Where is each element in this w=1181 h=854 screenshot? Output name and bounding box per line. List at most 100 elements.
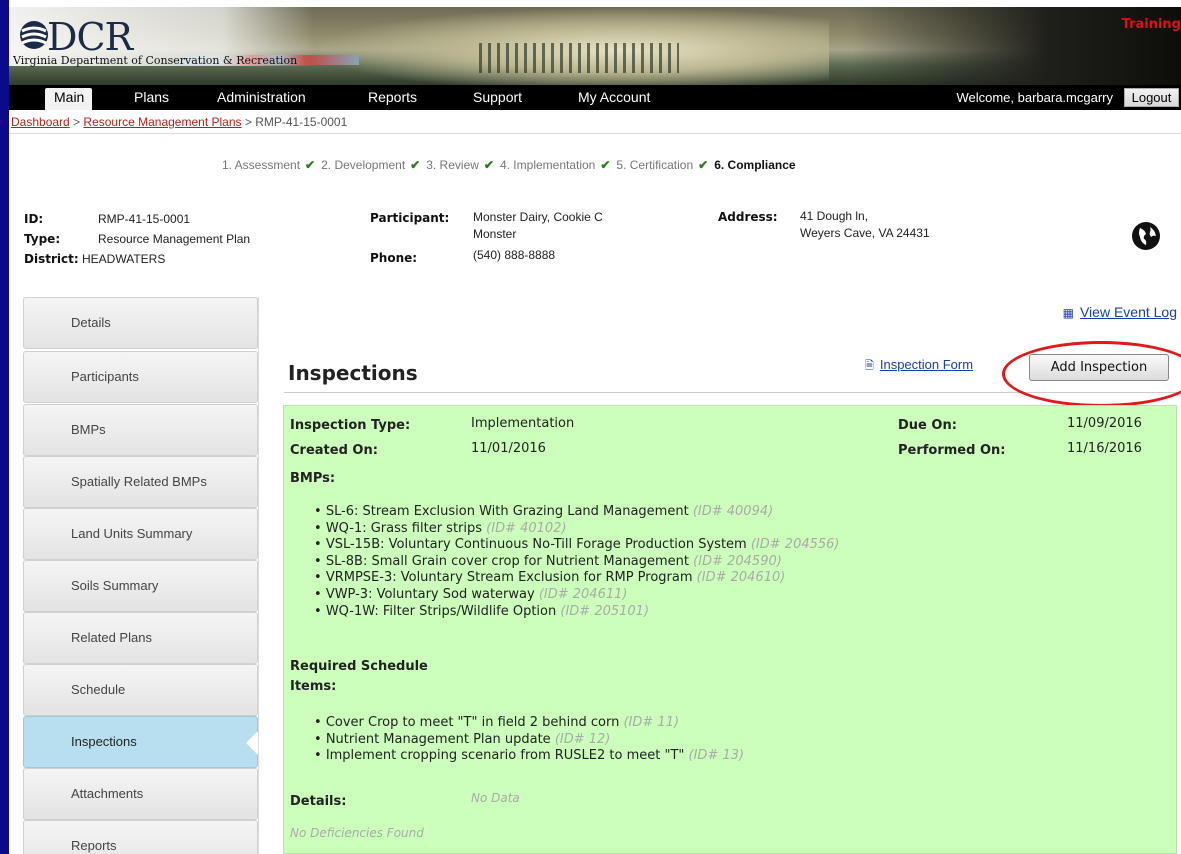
participant-name: Monster Dairy, Cookie C — [473, 210, 603, 224]
participant-name-line2: Monster — [473, 227, 517, 241]
breadcrumb-resource-management-plans[interactable]: Resource Management Plans — [83, 115, 241, 129]
schedule-item-id: (ID# 13) — [688, 748, 745, 764]
created-on-label: Created On: — [290, 443, 378, 458]
inspection-type-value: Implementation — [471, 416, 575, 431]
bmp-name: VSL-15B: Voluntary Continuous No-Till Fo… — [325, 537, 747, 553]
participant-label: Participant: — [370, 211, 450, 225]
environment-label: Training — [1121, 17, 1181, 32]
plan-id-block: ID: RMP-41-15-0001 Type: Resource Manageme… — [24, 211, 250, 267]
nav-tab-support[interactable]: Support — [473, 89, 522, 105]
check-icon: ✔ — [410, 158, 421, 172]
schedule-item-list: • Cover Crop to meet "T" in field 2 behi… — [314, 715, 744, 765]
bmp-name: WQ-1: Grass filter strips — [325, 520, 483, 536]
dcr-logo-icon — [20, 21, 48, 49]
step-development[interactable]: 2. Development — [321, 158, 405, 172]
breadcrumb-separator: > — [73, 115, 81, 129]
bmp-name: VWP-3: Voluntary Sod waterway — [325, 586, 535, 602]
schedule-item-name: Cover Crop to meet "T" in field 2 behind… — [325, 715, 620, 730]
nav-tab-reports[interactable]: Reports — [368, 89, 417, 105]
bmp-name: WQ-1W: Filter Strips/Wildlife Option — [325, 603, 557, 619]
bmp-id: (ID# 40094) — [692, 504, 774, 519]
sidebar-item-attachments[interactable]: Attachments — [23, 768, 258, 820]
nav-tab-administration[interactable]: Administration — [217, 89, 306, 105]
list-item: • Cover Crop to meet "T" in field 2 behi… — [314, 715, 680, 730]
breadcrumb-current: RMP-41-15-0001 — [255, 115, 348, 129]
check-icon: ✔ — [600, 158, 611, 172]
bmp-id: (ID# 40102) — [486, 520, 567, 536]
sidebar-item-reports[interactable]: Reports — [23, 820, 258, 854]
schedule-item-id: (ID# 12) — [554, 731, 611, 747]
sidebar-item-details[interactable]: Details — [23, 297, 258, 349]
sidebar-item-bmps[interactable]: BMPs — [23, 404, 258, 456]
nav-tab-main[interactable]: Main — [45, 88, 93, 110]
sidebar-item-schedule[interactable]: Schedule — [23, 664, 258, 716]
details-value: No Data — [471, 791, 520, 805]
highlight-circle — [1002, 341, 1181, 407]
due-on-value: 11/09/2016 — [1067, 416, 1142, 431]
plan-sidebar: Details Participants BMPs Spatially Rela… — [23, 297, 258, 854]
id-label: ID: — [24, 212, 44, 226]
check-icon: ✔ — [305, 158, 316, 172]
inspection-form-link[interactable]: 🗎 Inspection Form — [865, 357, 973, 376]
inspection-form-label: Inspection Form — [879, 357, 974, 372]
dcr-logo[interactable]: DCR Virginia Department of Conservation … — [9, 7, 314, 67]
sidebar-item-land-units-summary[interactable]: Land Units Summary — [23, 508, 258, 560]
step-compliance[interactable]: 6. Compliance — [714, 158, 795, 172]
phone-number: (540) 888-8888 — [473, 248, 556, 262]
performed-on-label: Performed On: — [898, 443, 1006, 458]
plan-type: Resource Management Plan — [98, 232, 251, 246]
sidebar-item-soils-summary[interactable]: Soils Summary — [23, 560, 258, 612]
bmp-id: (ID# 204610) — [696, 570, 786, 586]
globe-icon[interactable] — [1131, 221, 1161, 251]
list-item: • SL-8B: Small Grain cover crop for Nutr… — [314, 553, 782, 569]
step-certification[interactable]: 5. Certification — [616, 158, 693, 172]
workflow-steps: 1. Assessment ✔ 2. Development ✔ 3. Review ✔ 4… — [222, 158, 796, 172]
view-event-log-label: View Event Log — [1079, 304, 1177, 320]
sidebar-item-inspections[interactable]: Inspections — [23, 716, 258, 768]
plan-district: HEADWATERS — [81, 252, 166, 266]
type-label: Type: — [24, 232, 61, 246]
step-assessment[interactable]: 1. Assessment — [222, 158, 300, 172]
document-icon: 🗎 — [865, 360, 874, 372]
address-label: Address: — [718, 210, 778, 224]
sidebar-item-participants[interactable]: Participants — [23, 351, 258, 403]
step-implementation[interactable]: 4. Implementation — [500, 158, 595, 172]
list-item: • WQ-1: Grass filter strips (ID# 40102) — [314, 520, 567, 536]
bmp-name: SL-8B: Small Grain cover crop for Nutrie… — [325, 553, 690, 569]
page-title: Inspections — [288, 361, 418, 385]
nav-tab-my-account[interactable]: My Account — [578, 89, 650, 105]
sidebar-item-spatially-related-bmps[interactable]: Spatially Related BMPs — [23, 456, 258, 508]
phone-label: Phone: — [370, 251, 418, 265]
check-icon: ✔ — [483, 158, 494, 172]
content-divider — [258, 297, 259, 854]
address-line1: 41 Dough ln, — [800, 209, 869, 223]
list-item: • VSL-15B: Voluntary Continuous No-Till … — [314, 537, 840, 553]
created-on-value: 11/01/2016 — [471, 441, 546, 456]
sidebar-item-related-plans[interactable]: Related Plans — [23, 612, 258, 664]
list-item: • Nutrient Management Plan update (ID# 1… — [314, 731, 611, 747]
logout-button[interactable]: Logout — [1124, 88, 1179, 107]
bmp-name: SL-6: Stream Exclusion With Grazing Land… — [325, 504, 689, 519]
logo-text: DCR — [47, 15, 133, 59]
calendar-icon: ▦ — [1062, 306, 1074, 320]
required-schedule-label: Required Schedule — [290, 659, 428, 674]
step-review[interactable]: 3. Review — [426, 158, 479, 172]
schedule-item-id: (ID# 11) — [623, 715, 680, 730]
nav-tab-plans[interactable]: Plans — [134, 89, 169, 105]
view-event-log-link[interactable]: ▦ View Event Log — [1063, 304, 1177, 320]
list-item: • Implement cropping scenario from RUSLE… — [314, 748, 745, 764]
required-schedule-items-label: Items: — [290, 679, 337, 694]
main-nav: Main Plans Administration Reports Suppor… — [9, 85, 1181, 110]
bmp-id: (ID# 205101) — [560, 603, 650, 619]
breadcrumb-dashboard[interactable]: Dashboard — [11, 115, 70, 129]
deficiencies-status: No Deficiencies Found — [290, 826, 424, 840]
inspection-type-label: Inspection Type: — [290, 418, 411, 433]
breadcrumb-separator: > — [244, 115, 252, 129]
site-banner: DCR Virginia Department of Conservation … — [9, 7, 1181, 85]
bmp-id: (ID# 204590) — [693, 553, 782, 569]
bmp-id: (ID# 204556) — [750, 537, 840, 553]
bmp-id: (ID# 204611) — [538, 586, 628, 602]
district-label: District: — [24, 252, 79, 266]
check-icon: ✔ — [698, 158, 709, 172]
org-name: Virginia Department of Conservation & Re… — [13, 54, 298, 67]
